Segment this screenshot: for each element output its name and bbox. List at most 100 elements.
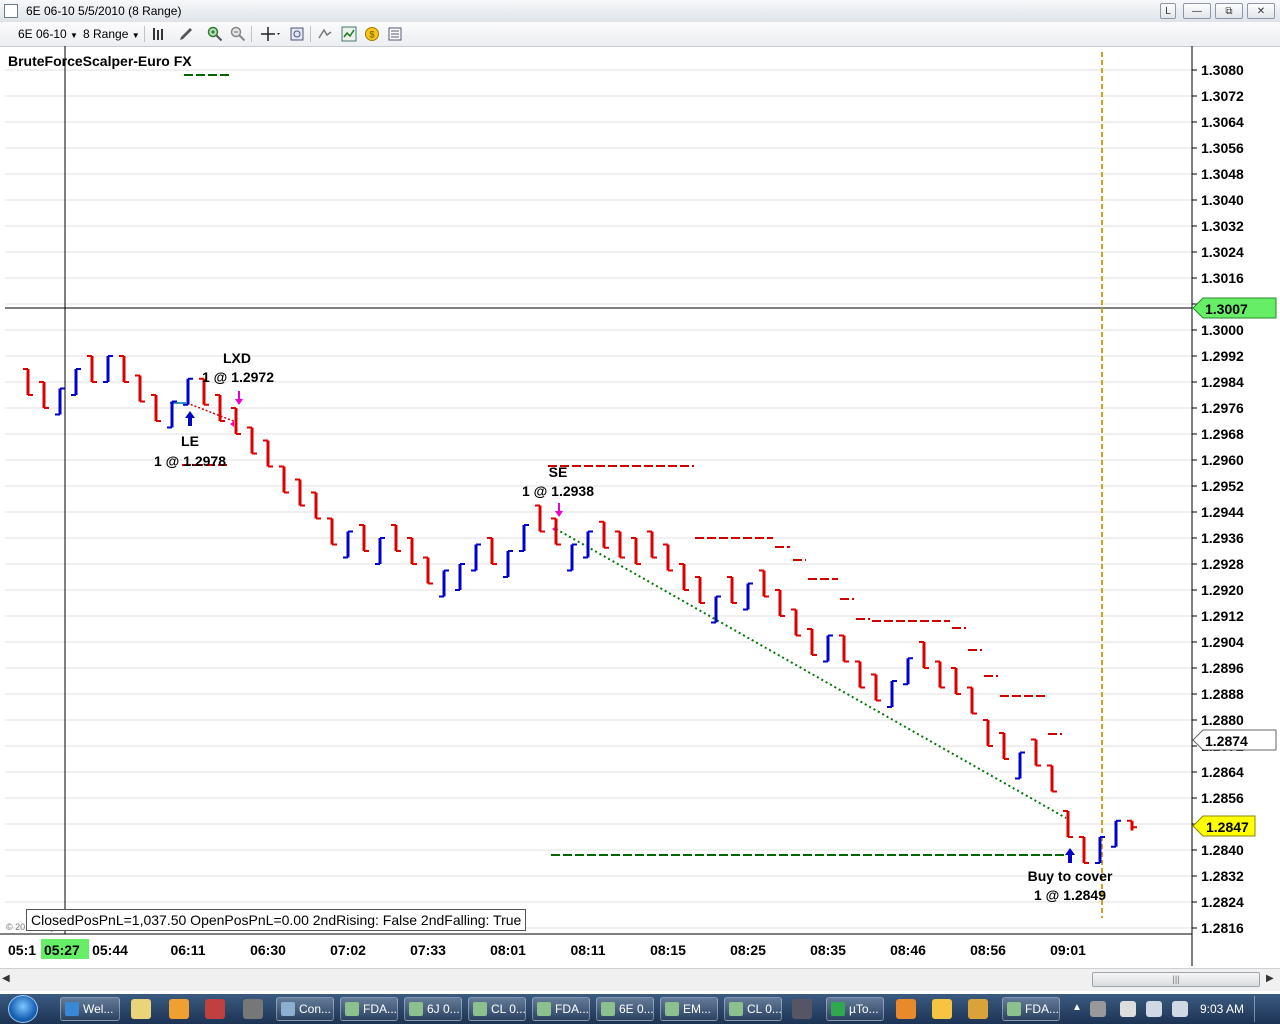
minimize-button[interactable]: —: [1183, 3, 1211, 19]
up-bar: [1015, 751, 1025, 780]
ninjatrader-icon: [281, 1002, 295, 1016]
up-bar: [183, 377, 193, 406]
svg-text:$: $: [369, 30, 374, 40]
up-bar: [823, 634, 833, 663]
down-bar: [919, 641, 929, 669]
taskbar-item[interactable]: CL 0...: [468, 997, 526, 1021]
price-tick-label: 1.3056: [1201, 140, 1244, 156]
strategies-icon[interactable]: $: [364, 26, 380, 42]
close-button[interactable]: ✕: [1247, 3, 1275, 19]
tray-expand-icon[interactable]: ▲: [1072, 1002, 1082, 1013]
taskbar-item[interactable]: µTo...: [826, 997, 884, 1021]
down-bar: [631, 537, 641, 565]
taskbar-item[interactable]: Wel...: [60, 997, 120, 1021]
price-chart[interactable]: 1.3080 1.3072 1.3064 1.3056 1.3048 1.3040 1.30…: [0, 46, 1280, 966]
scroll-left-icon[interactable]: ◀: [2, 973, 10, 984]
zoom-out-icon[interactable]: [230, 26, 246, 42]
toolbar-divider: [310, 26, 311, 42]
network-icon[interactable]: [1146, 1001, 1162, 1017]
drawing-tools-icon[interactable]: [178, 26, 194, 42]
price-tick-label: 1.3048: [1201, 166, 1244, 182]
price-tick-label: 1.2888: [1201, 686, 1244, 702]
messenger-icon[interactable]: [932, 999, 952, 1019]
time-tick-label: 08:35: [810, 942, 846, 958]
crosshair-icon[interactable]: [260, 26, 282, 42]
camera-icon[interactable]: [243, 999, 263, 1019]
media-player-icon[interactable]: [169, 999, 189, 1019]
chart-window-icon: [473, 1002, 487, 1016]
taskbar-item[interactable]: Con...: [276, 997, 334, 1021]
system-clock[interactable]: 9:03 AM: [1200, 994, 1244, 1024]
chart-window-icon: [409, 1002, 423, 1016]
data-box-icon[interactable]: [317, 26, 333, 42]
down-bar: [487, 537, 497, 565]
templates-icon[interactable]: [387, 26, 403, 42]
down-bar: [871, 673, 881, 702]
price-tick-label: 1.2832: [1201, 868, 1244, 884]
up-bar: [1111, 819, 1121, 848]
cover-fill-label: 1 @ 1.2849: [1034, 887, 1106, 903]
price-tick-label: 1.2944: [1201, 504, 1244, 520]
link-button[interactable]: L: [1160, 3, 1176, 19]
taskbar-item[interactable]: FDA...: [1002, 997, 1060, 1021]
strategy-title: BruteForceScalper-Euro FX: [8, 53, 192, 69]
down-bar: [983, 719, 993, 747]
price-tick-label: 1.2952: [1201, 478, 1244, 494]
down-bar: [39, 381, 49, 409]
crosshair-time-text: 05:27: [44, 942, 80, 958]
start-button[interactable]: [8, 995, 38, 1023]
price-tick-label: 1.3072: [1201, 88, 1244, 104]
app-launcher-icon[interactable]: [205, 999, 225, 1019]
tray-app-icon[interactable]: [1090, 1001, 1106, 1017]
taskbar-item[interactable]: 6J 0...: [404, 997, 462, 1021]
time-tick-label: 08:11: [570, 942, 605, 958]
down-bar: [951, 667, 961, 695]
down-bar: [551, 517, 561, 546]
time-tick-label: 06:11: [170, 942, 205, 958]
show-desktop-button[interactable]: [1254, 996, 1255, 1022]
up-bar: [375, 537, 385, 565]
up-bar: [903, 657, 913, 686]
price-tick-label: 1.2880: [1201, 712, 1244, 728]
horizontal-scrollbar[interactable]: ◀ ||| ▶: [0, 968, 1280, 991]
scroll-thumb[interactable]: |||: [1092, 972, 1260, 987]
lxd-fill-label: 1 @ 1.2972: [202, 369, 274, 385]
price-tick-label: 1.2896: [1201, 660, 1244, 676]
volume-icon[interactable]: [1172, 1001, 1188, 1017]
properties-icon[interactable]: [289, 26, 305, 42]
down-bar: [87, 355, 97, 383]
pencil-app-icon[interactable]: [968, 999, 988, 1019]
chart-canvas[interactable]: 1.3080 1.3072 1.3064 1.3056 1.3048 1.3040 1.30…: [0, 46, 1280, 966]
scroll-right-icon[interactable]: ▶: [1266, 973, 1274, 984]
taskbar-item[interactable]: EM...: [660, 997, 718, 1021]
down-bar: [599, 520, 609, 549]
folder-icon[interactable]: [131, 999, 151, 1019]
taskbar-item[interactable]: 6E 0...: [596, 997, 654, 1021]
down-bar: [119, 355, 129, 383]
taskbar-item[interactable]: FDA...: [340, 997, 398, 1021]
price-axis-labels: 1.3080 1.3072 1.3064 1.3056 1.3048 1.3040 1.30…: [1192, 62, 1244, 936]
instrument-dropdown[interactable]: 6E 06-10 ▼: [18, 26, 78, 42]
down-bar: [775, 589, 785, 617]
down-bar: [295, 478, 305, 507]
time-tick-label: 06:30: [250, 942, 286, 958]
chart-style-icon[interactable]: [151, 26, 167, 42]
maximize-button[interactable]: ⧉: [1215, 3, 1243, 19]
taskbar-item[interactable]: CL 0...: [724, 997, 782, 1021]
price-tick-label: 1.2840: [1201, 842, 1244, 858]
up-bar: [583, 530, 593, 559]
price-tick-label: 1.2984: [1201, 374, 1244, 390]
bar-type-dropdown[interactable]: 8 Range ▼: [83, 26, 140, 42]
taskbar-item[interactable]: FDA...: [532, 997, 590, 1021]
time-tick-label: 08:25: [730, 942, 766, 958]
time-tick-label: 07:02: [330, 942, 366, 958]
network-app-icon[interactable]: [792, 999, 812, 1019]
strategy-status-box: ClosedPosPnL=1,037.50 OpenPosPnL=0.00 2n…: [26, 909, 527, 931]
time-tick-label: 05:44: [92, 942, 128, 958]
zoom-in-icon[interactable]: [207, 26, 223, 42]
action-center-flag-icon[interactable]: [1120, 1001, 1136, 1017]
chart-toolbar: 6E 06-10 ▼ 8 Range ▼ $: [0, 22, 1280, 47]
price-tick-label: 1.2928: [1201, 556, 1244, 572]
vlc-icon[interactable]: [896, 999, 916, 1019]
indicators-icon[interactable]: [341, 26, 357, 42]
